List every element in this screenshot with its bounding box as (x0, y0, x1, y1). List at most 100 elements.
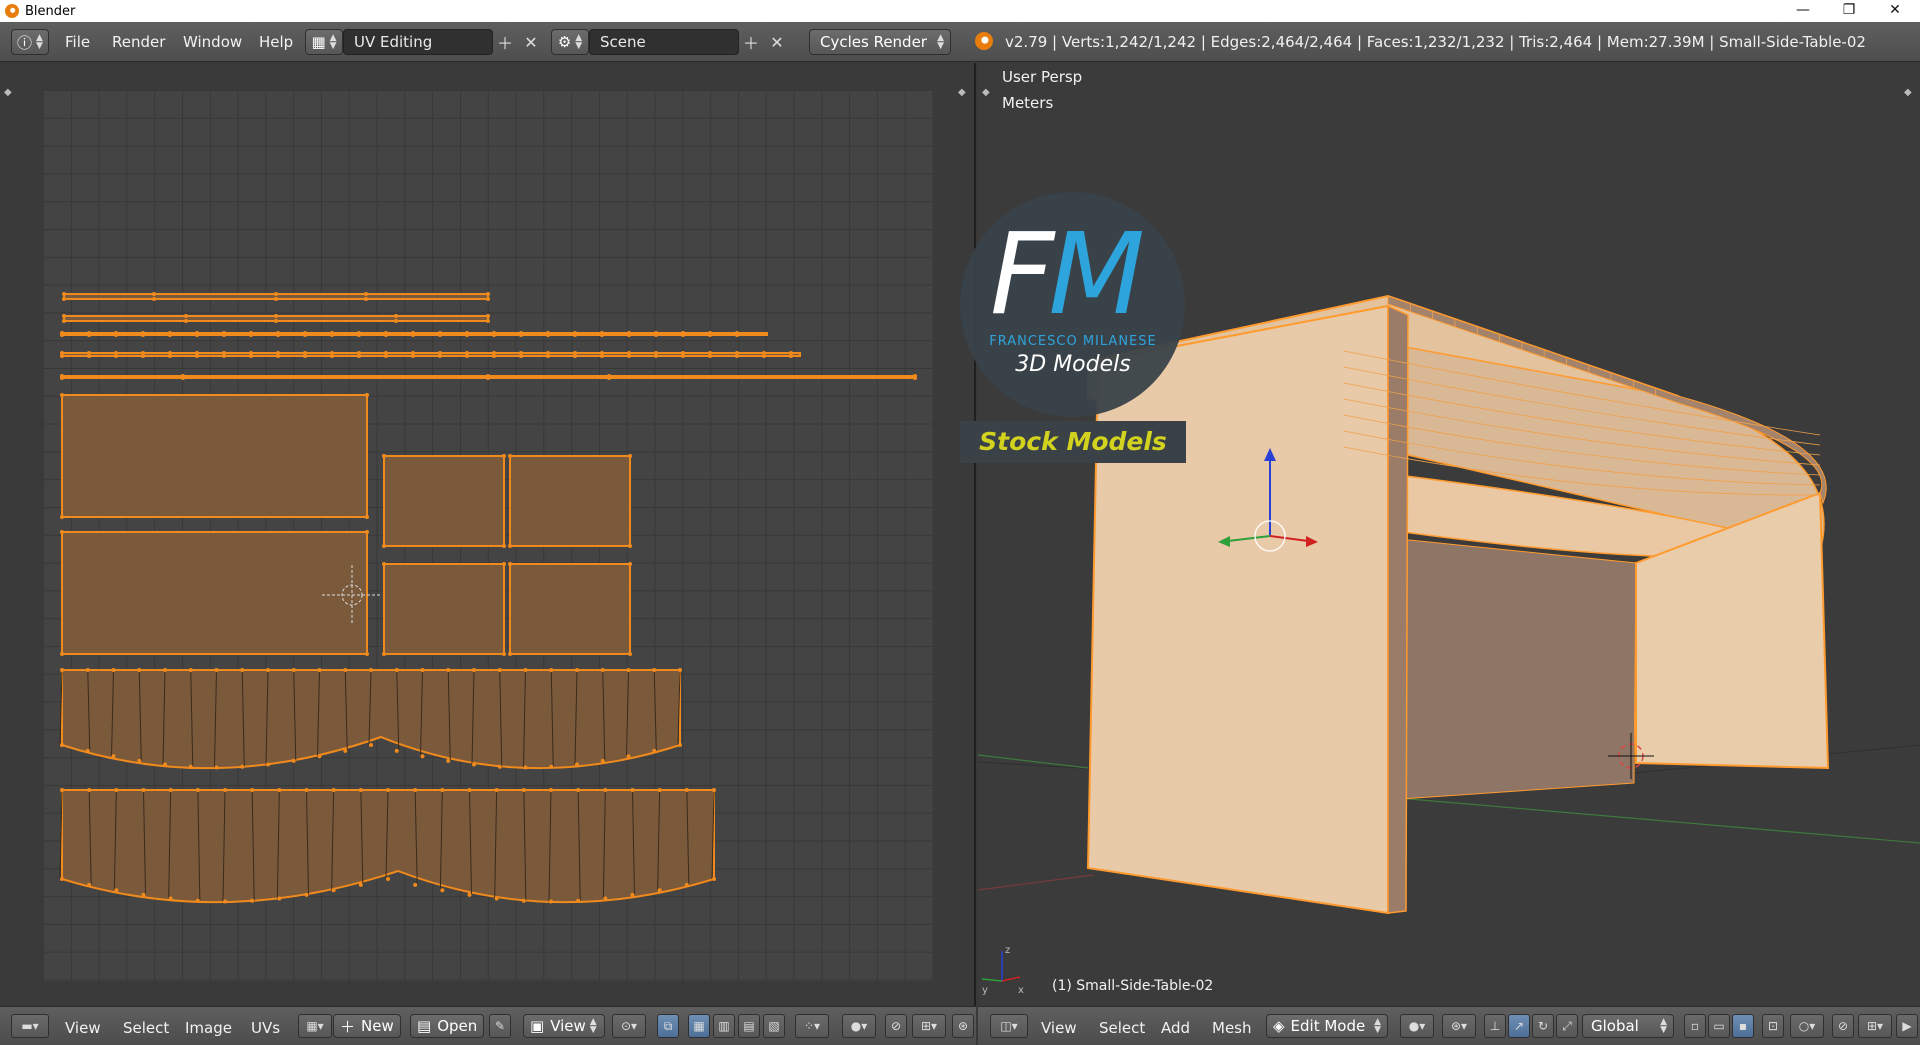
uv-vertex[interactable] (168, 333, 172, 337)
uv-vertex[interactable] (317, 668, 322, 672)
uv-vertex[interactable] (274, 319, 278, 323)
uv-vertex[interactable] (576, 898, 581, 903)
uv-vertex[interactable] (600, 668, 605, 672)
uv-vertex[interactable] (502, 652, 506, 656)
uv-vertex[interactable] (420, 754, 425, 759)
uv-vertex[interactable] (369, 668, 373, 672)
image-browse-button[interactable]: ▦▾ (298, 1014, 332, 1038)
uv-vertex[interactable] (549, 788, 553, 792)
scene-picker[interactable]: ⚙ ▲ ▼ (551, 29, 589, 55)
uv-vertex[interactable] (137, 668, 142, 672)
uv-vertex[interactable] (357, 354, 361, 358)
add-scene-icon[interactable]: ＋ (740, 29, 762, 55)
uv-extra-icon[interactable]: ⊛ (952, 1014, 974, 1038)
minimize-button[interactable]: — (1780, 0, 1826, 22)
transform-orientation-dropdown[interactable]: Global ▲ ▼ (1582, 1014, 1674, 1038)
uv-face-island[interactable] (61, 531, 368, 655)
uv-vertex[interactable] (549, 764, 554, 769)
uv-vertex[interactable] (303, 333, 307, 337)
snap-element-dropdown[interactable]: ⊞▾ (912, 1014, 946, 1038)
menu-window[interactable]: Window (183, 33, 242, 51)
uv-vertex[interactable] (394, 748, 399, 753)
uv-menu-uvs[interactable]: UVs (251, 1019, 280, 1037)
uv-strip-island[interactable] (61, 352, 801, 357)
snap-target-dropdown[interactable]: ⊞▾ (1858, 1014, 1892, 1038)
uv-vertex[interactable] (600, 354, 604, 358)
uv-vertex[interactable] (87, 354, 91, 358)
sticky-mode-dropdown[interactable]: ⁘▾ (795, 1014, 829, 1038)
proportional-editing-dropdown[interactable]: ○▾ (1790, 1014, 1824, 1038)
uv-vertex[interactable] (600, 758, 605, 763)
uv-face-island[interactable] (61, 394, 368, 518)
uv-vertex[interactable] (626, 668, 631, 672)
uv-vertex[interactable] (331, 788, 336, 792)
snap-toggle-icon[interactable]: ⊘ (1832, 1014, 1854, 1038)
uv-vertex[interactable] (87, 788, 92, 792)
side-table-mesh[interactable] (1086, 294, 1830, 915)
uv-vertex[interactable] (549, 668, 554, 672)
uv-vertex[interactable] (413, 882, 418, 887)
uv-vertex[interactable] (678, 743, 682, 747)
uv-vertex[interactable] (684, 882, 689, 887)
uv-vertex[interactable] (502, 454, 506, 458)
uv-vertex[interactable] (304, 788, 309, 792)
screen-layout-field[interactable]: UV Editing (343, 29, 493, 55)
viewport-menu-view[interactable]: View (1041, 1019, 1077, 1037)
uv-vertex[interactable] (508, 652, 512, 656)
uv-vertex[interactable] (575, 668, 579, 672)
uv-vertex[interactable] (188, 764, 193, 769)
delete-scene-icon[interactable]: ✕ (766, 29, 788, 55)
uv-vertex[interactable] (382, 544, 386, 548)
render-preview-icon[interactable]: ▶ (1896, 1014, 1918, 1038)
uv-vertex[interactable] (85, 668, 90, 672)
uv-vertex[interactable] (508, 454, 512, 458)
uv-vertex[interactable] (382, 454, 386, 458)
uv-vertex[interactable] (652, 748, 657, 753)
uv-vertex[interactable] (343, 748, 348, 753)
delete-screen-icon[interactable]: ✕ (520, 29, 542, 55)
uv-vertex[interactable] (276, 354, 280, 358)
uv-vertex[interactable] (472, 762, 476, 767)
uv-vertex[interactable] (735, 333, 739, 337)
uv-vertex[interactable] (467, 788, 472, 792)
uv-vertex[interactable] (486, 319, 490, 323)
uv-vertex[interactable] (223, 899, 227, 904)
uv-vertex[interactable] (382, 562, 386, 566)
uv-vertex[interactable] (365, 515, 369, 519)
edge-select-icon[interactable]: ▥ (713, 1014, 735, 1038)
uv-vertex[interactable] (60, 530, 64, 534)
pivot-dropdown[interactable]: ⊙▾ (612, 1014, 646, 1038)
uv-vertex[interactable] (384, 333, 388, 337)
uv-vertex[interactable] (502, 562, 506, 566)
uv-vertex[interactable] (652, 668, 657, 672)
face-select-icon[interactable]: ▤ (738, 1014, 760, 1038)
uv-vertex[interactable] (446, 758, 451, 763)
uv-vertex[interactable] (111, 754, 116, 759)
viewport-shading-dropdown[interactable]: ●▾ (1400, 1014, 1434, 1038)
uv-image-editor[interactable]: ◆ ◆ (0, 63, 976, 1006)
uv-vertex[interactable] (87, 882, 92, 887)
uv-vertex[interactable] (141, 892, 146, 897)
proportional-edit-dropdown[interactable]: ●▾ (842, 1014, 876, 1038)
editor-type-button[interactable]: ⓘ ▲ ▼ (11, 29, 49, 55)
uv-menu-select[interactable]: Select (123, 1019, 169, 1037)
uv-vertex[interactable] (486, 297, 490, 301)
scene-field[interactable]: Scene (589, 29, 739, 55)
uv-menu-view[interactable]: View (65, 1019, 101, 1037)
uv-vertex[interactable] (573, 354, 577, 358)
uv-vertex[interactable] (384, 354, 388, 358)
uv-vertex[interactable] (575, 762, 579, 767)
uv-vertex[interactable] (628, 454, 632, 458)
uv-vertex[interactable] (317, 754, 322, 759)
uv-vertex[interactable] (365, 530, 369, 534)
uv-vertex[interactable] (681, 354, 685, 358)
uv-vertex[interactable] (386, 877, 390, 881)
uv-vertex[interactable] (365, 652, 369, 656)
uv-vertex[interactable] (438, 333, 442, 337)
uv-vertex[interactable] (603, 896, 608, 901)
uv-vertex[interactable] (386, 788, 390, 792)
uv-vertex[interactable] (184, 319, 188, 323)
uv-vertex[interactable] (60, 788, 64, 792)
uv-vertex[interactable] (330, 354, 334, 358)
uv-vertex[interactable] (762, 354, 766, 358)
